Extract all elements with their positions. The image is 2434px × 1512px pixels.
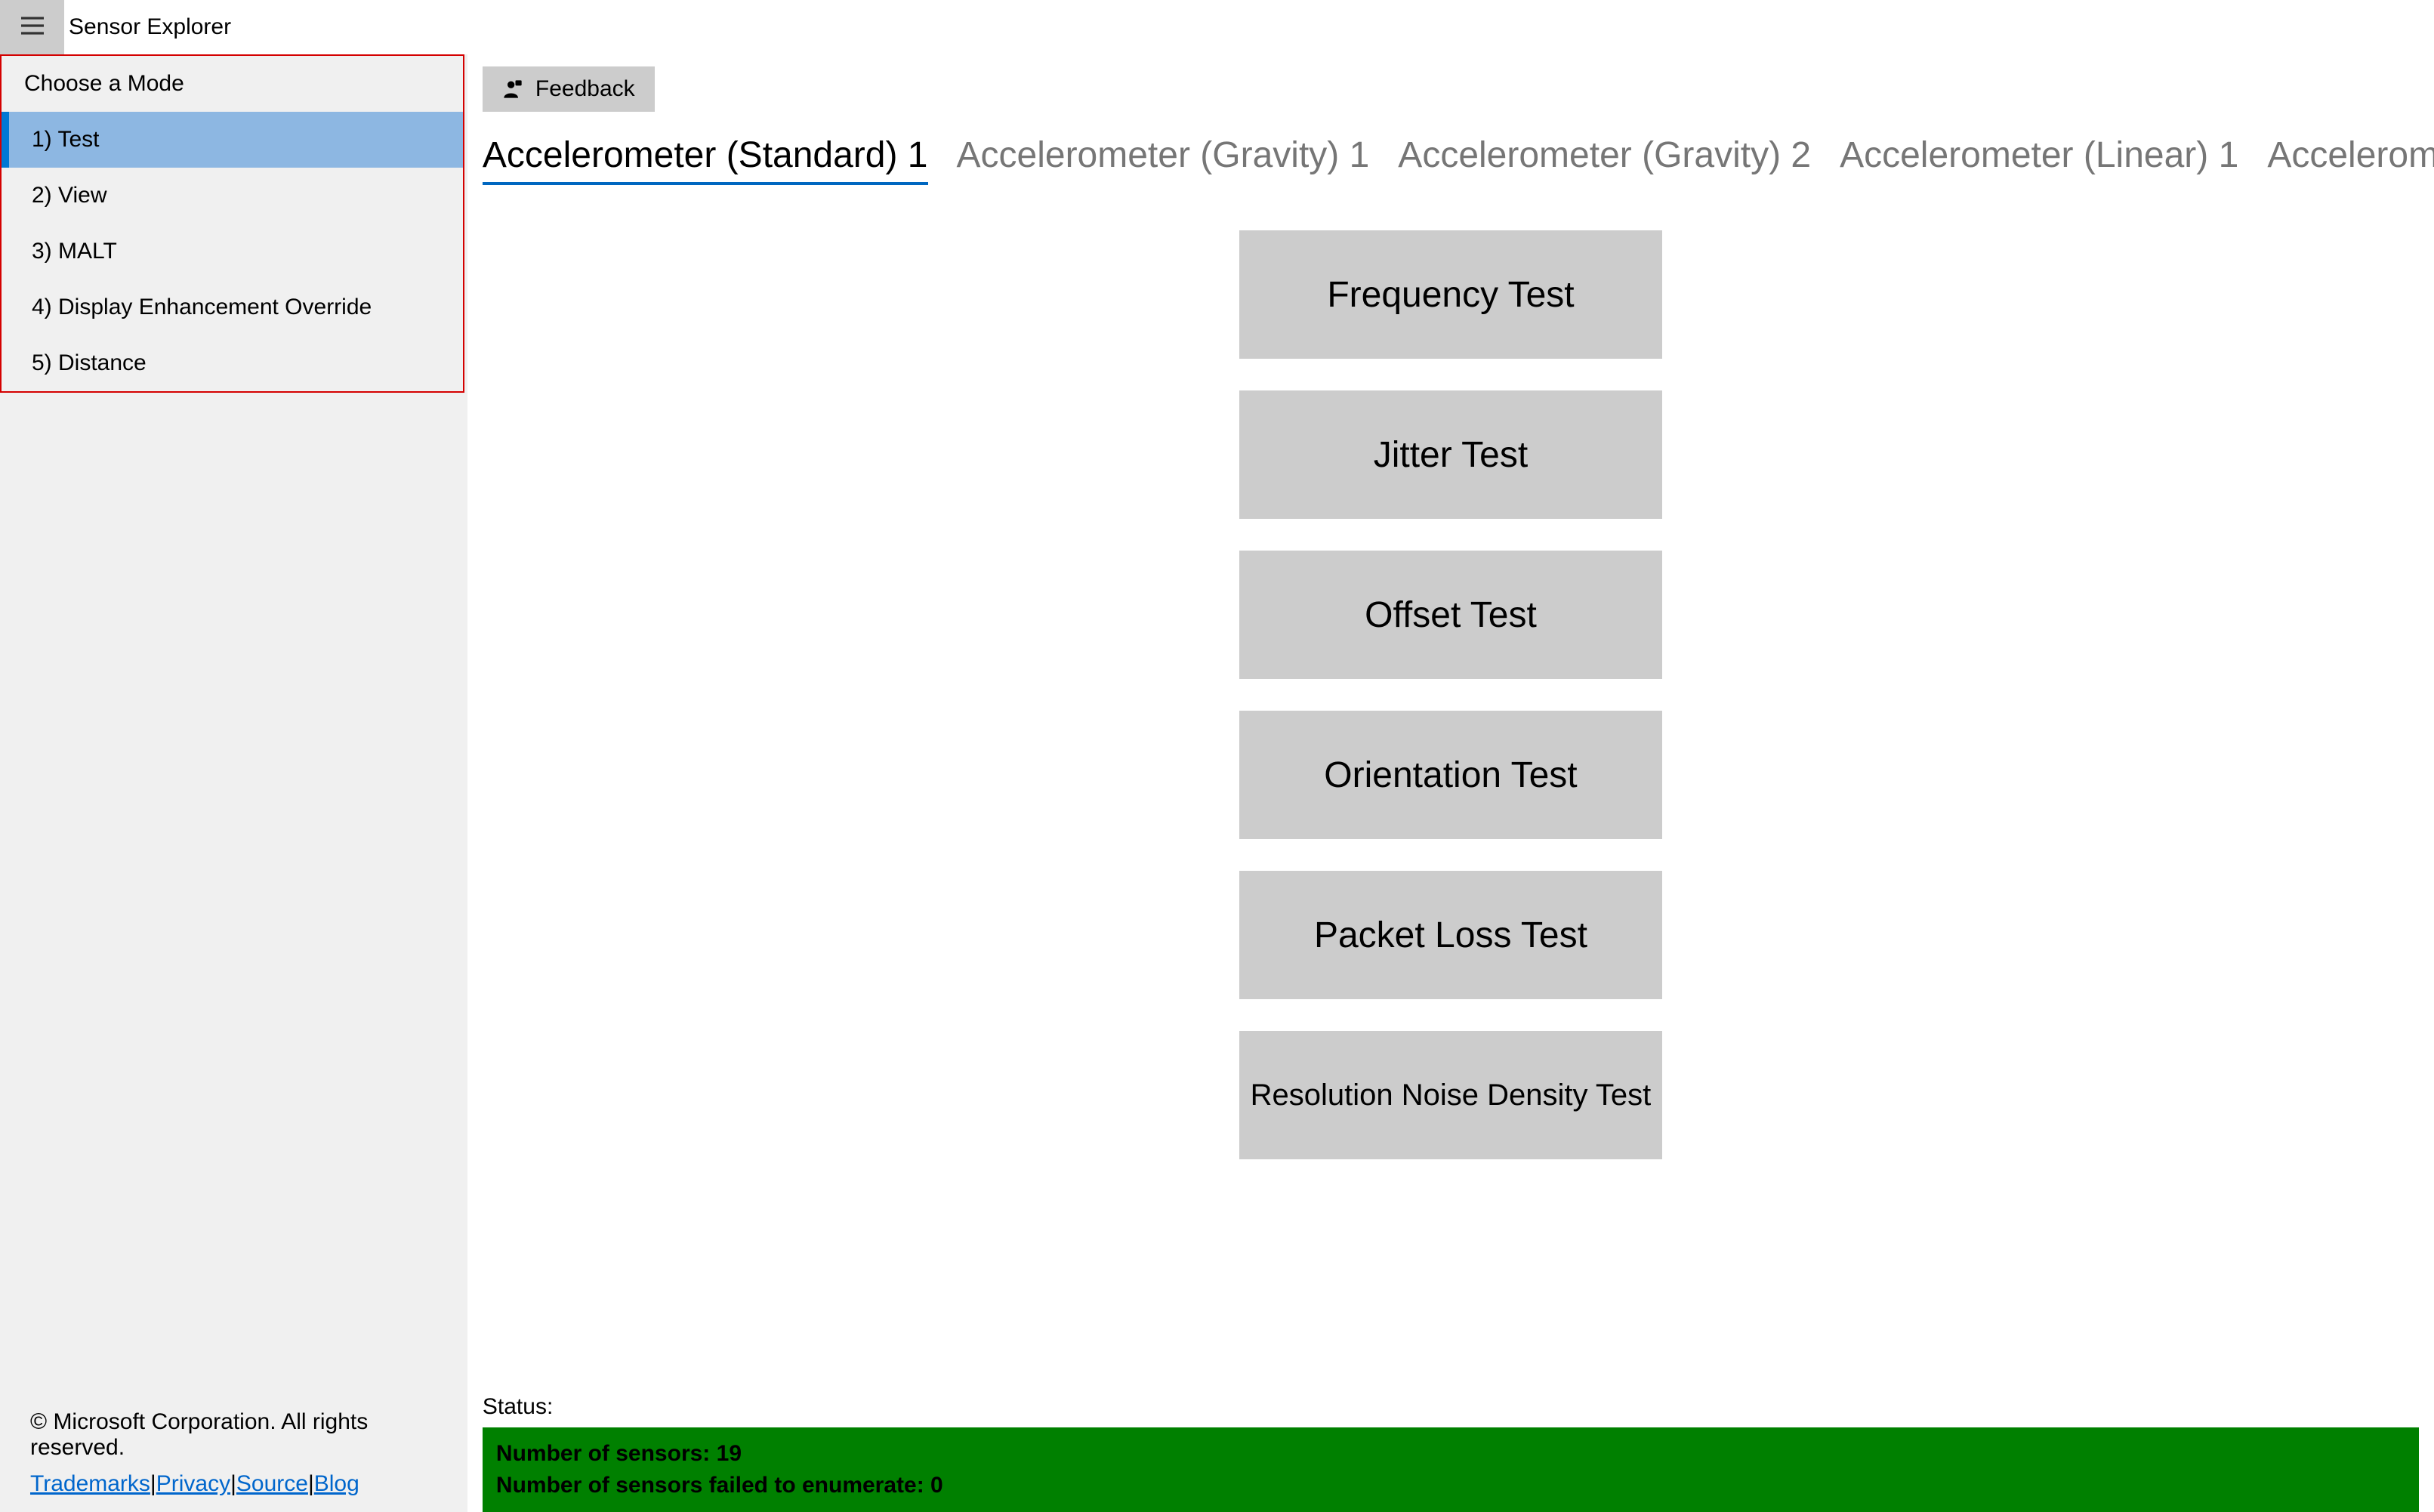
mode-item-label: 4) Display Enhancement Override [32, 295, 372, 319]
status-area: Status: Number of sensors: 19 Number of … [467, 1387, 2434, 1512]
copyright-text: © Microsoft Corporation. All rights rese… [30, 1409, 437, 1461]
test-list: Frequency Test Jitter Test Offset Test O… [467, 185, 2434, 1387]
mode-item-test[interactable]: 1) Test [2, 112, 463, 168]
mode-item-display-enhancement[interactable]: 4) Display Enhancement Override [2, 279, 463, 335]
app-root: Sensor Explorer Choose a Mode 1) Test 2)… [0, 0, 2434, 1512]
test-orientation-button[interactable]: Orientation Test [1239, 711, 1662, 839]
test-jitter-button[interactable]: Jitter Test [1239, 390, 1662, 519]
status-line-1: Number of sensors: 19 [496, 1438, 2405, 1470]
mode-selection-box: Choose a Mode 1) Test 2) View 3) MALT 4)… [0, 54, 464, 393]
sidebar-footer: © Microsoft Corporation. All rights rese… [0, 1394, 467, 1512]
mode-item-distance[interactable]: 5) Distance [2, 335, 463, 391]
sidebar: Choose a Mode 1) Test 2) View 3) MALT 4)… [0, 54, 467, 1512]
tab-accelerometer-gravity-2[interactable]: Accelerometer (Gravity) 2 [1398, 134, 1811, 185]
test-packet-loss-button[interactable]: Packet Loss Test [1239, 871, 1662, 999]
test-offset-button[interactable]: Offset Test [1239, 551, 1662, 679]
feedback-label: Feedback [535, 76, 635, 102]
main-panel: Feedback Accelerometer (Standard) 1 Acce… [467, 54, 2434, 1512]
hamburger-icon [17, 11, 48, 45]
feedback-row: Feedback [467, 54, 2434, 112]
link-trademarks[interactable]: Trademarks [30, 1471, 150, 1496]
status-label: Status: [483, 1394, 2419, 1420]
feedback-person-icon [502, 79, 523, 100]
app-title: Sensor Explorer [69, 14, 231, 40]
status-line-2: Number of sensors failed to enumerate: 0 [496, 1470, 2405, 1501]
sidebar-spacer [0, 393, 467, 1394]
mode-header: Choose a Mode [2, 56, 463, 112]
link-privacy[interactable]: Privacy [156, 1471, 230, 1496]
mode-item-label: 3) MALT [32, 239, 117, 264]
test-resolution-noise-density-button[interactable]: Resolution Noise Density Test [1239, 1031, 1662, 1159]
test-frequency-button[interactable]: Frequency Test [1239, 230, 1662, 359]
hamburger-menu-button[interactable] [0, 0, 64, 54]
link-separator: | [150, 1471, 156, 1496]
status-box: Number of sensors: 19 Number of sensors … [483, 1427, 2419, 1512]
app-body: Choose a Mode 1) Test 2) View 3) MALT 4)… [0, 54, 2434, 1512]
tab-accelerometer-linear-1[interactable]: Accelerometer (Linear) 1 [1840, 134, 2238, 185]
link-blog[interactable]: Blog [314, 1471, 359, 1496]
tab-accelerometer-gravity-1[interactable]: Accelerometer (Gravity) 1 [957, 134, 1370, 185]
mode-item-view[interactable]: 2) View [2, 168, 463, 224]
mode-item-malt[interactable]: 3) MALT [2, 224, 463, 279]
mode-item-label: 5) Distance [32, 350, 147, 375]
link-separator: | [308, 1471, 314, 1496]
tab-accelerometer-more[interactable]: Accelerometer [2267, 134, 2434, 185]
link-separator: | [230, 1471, 236, 1496]
link-source[interactable]: Source [236, 1471, 308, 1496]
mode-item-label: 2) View [32, 183, 107, 208]
footer-links: Trademarks|Privacy|Source|Blog [30, 1471, 437, 1497]
mode-item-label: 1) Test [32, 127, 100, 152]
sensor-tabs: Accelerometer (Standard) 1 Accelerometer… [467, 112, 2434, 185]
tab-accelerometer-standard-1[interactable]: Accelerometer (Standard) 1 [483, 134, 928, 185]
title-bar: Sensor Explorer [0, 0, 2434, 54]
feedback-button[interactable]: Feedback [483, 66, 655, 112]
